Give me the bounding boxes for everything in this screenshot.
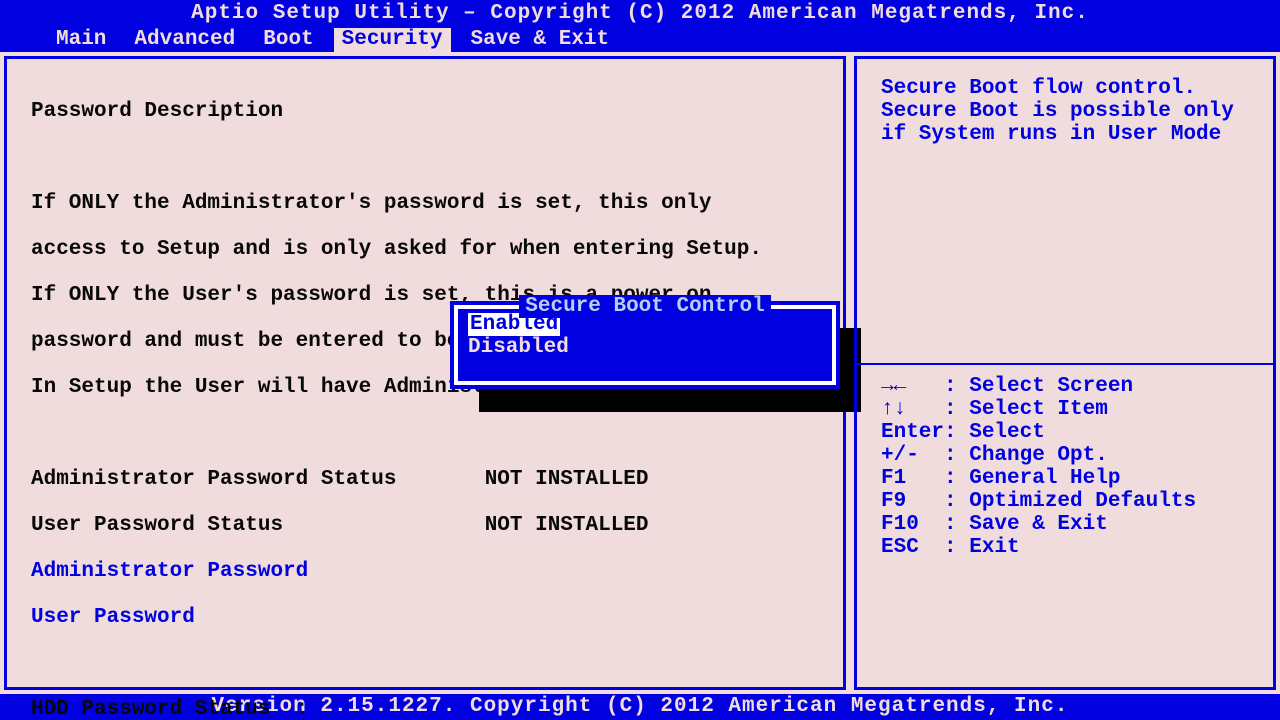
- menu-bar: Main Advanced Boot Security Save & Exit: [0, 28, 1280, 52]
- user-pw-status-value: NOT INSTALLED: [485, 514, 649, 537]
- key-hint: ↑↓ : Select Item: [881, 398, 1249, 421]
- key-hint: →← : Select Screen: [881, 375, 1249, 398]
- key-hint: ESC : Exit: [881, 536, 1249, 559]
- administrator-password-item[interactable]: Administrator Password: [31, 560, 308, 583]
- help-divider: [857, 363, 1273, 365]
- admin-pw-status-label: Administrator Password Status: [31, 468, 396, 491]
- desc-line: If ONLY the Administrator's password is …: [31, 192, 819, 215]
- key-hint: F1 : General Help: [881, 467, 1249, 490]
- desc-line: access to Setup and is only asked for wh…: [31, 238, 819, 261]
- hdd-pw-status-label: HDD Password Status :: [31, 698, 819, 720]
- title-bar: Aptio Setup Utility – Copyright (C) 2012…: [0, 0, 1280, 28]
- help-line: Secure Boot flow control.: [881, 77, 1249, 100]
- key-hint: F9 : Optimized Defaults: [881, 490, 1249, 513]
- key-hint: Enter: Select: [881, 421, 1249, 444]
- tab-security[interactable]: Security: [334, 28, 451, 52]
- user-password-item[interactable]: User Password: [31, 606, 195, 629]
- admin-pw-status-value: NOT INSTALLED: [485, 468, 649, 491]
- section-title: Password Description: [31, 100, 819, 123]
- help-line: if System runs in User Mode: [881, 123, 1249, 146]
- tab-main[interactable]: Main: [48, 28, 114, 52]
- main-panel: Password Description If ONLY the Adminis…: [4, 56, 846, 690]
- popup-title: Secure Boot Control: [458, 295, 832, 318]
- secure-boot-control-popup: Secure Boot Control Enabled Disabled: [454, 305, 836, 385]
- tab-save-exit[interactable]: Save & Exit: [463, 28, 618, 52]
- user-pw-status-label: User Password Status: [31, 514, 283, 537]
- tab-boot[interactable]: Boot: [255, 28, 321, 52]
- key-hint: F10 : Save & Exit: [881, 513, 1249, 536]
- help-panel: Secure Boot flow control. Secure Boot is…: [854, 56, 1276, 690]
- tab-advanced[interactable]: Advanced: [126, 28, 243, 52]
- help-line: Secure Boot is possible only: [881, 100, 1249, 123]
- key-hint: +/- : Change Opt.: [881, 444, 1249, 467]
- popup-option-disabled[interactable]: Disabled: [468, 336, 569, 359]
